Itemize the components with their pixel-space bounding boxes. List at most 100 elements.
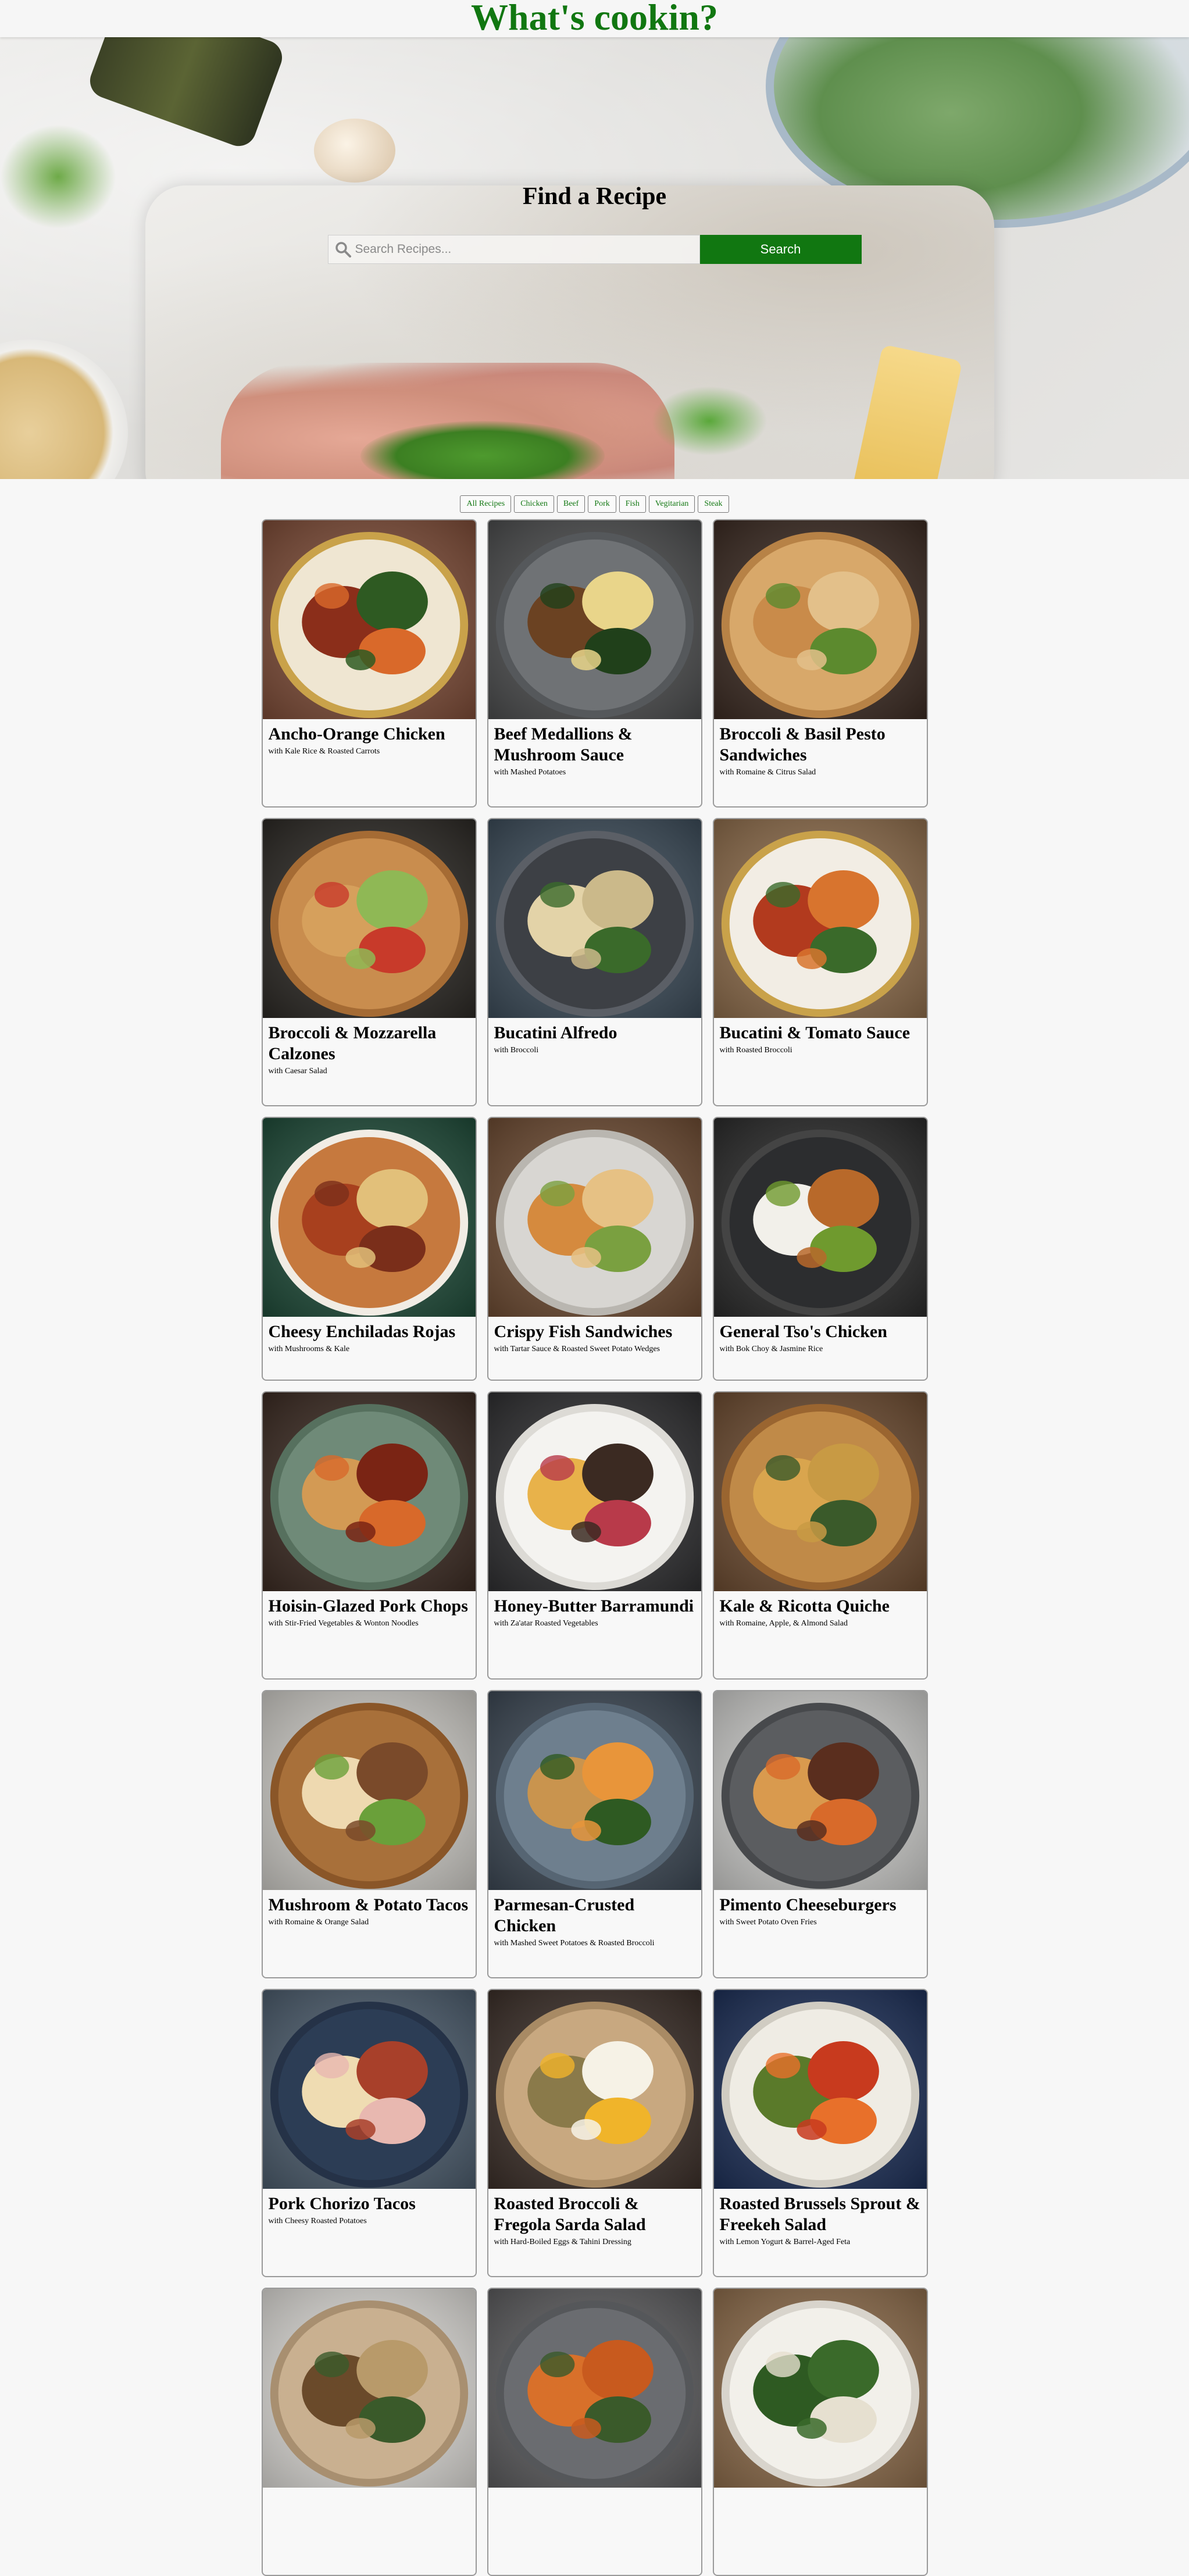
recipe-photo[interactable] bbox=[488, 819, 701, 1018]
recipe-photo[interactable] bbox=[713, 2289, 927, 2488]
hero-heading: Find a Recipe bbox=[522, 183, 667, 210]
site-title[interactable]: What's cookin? bbox=[471, 0, 718, 36]
recipe-title[interactable]: Pimento Cheeseburgers bbox=[720, 1895, 921, 1916]
recipe-photo[interactable] bbox=[262, 1691, 476, 1890]
recipe-card-body: Kale & Ricotta Quiche with Romaine, Apple… bbox=[714, 1591, 927, 1678]
search-form: Search bbox=[327, 235, 862, 264]
recipe-photo[interactable] bbox=[488, 1392, 701, 1591]
recipe-card-body: Mushroom & Potato Tacos with Romaine & Or… bbox=[263, 1890, 476, 1977]
recipe-card[interactable]: Parmesan-Crusted Chicken with Mashed Swee… bbox=[487, 1690, 702, 1978]
recipe-photo[interactable] bbox=[713, 1691, 927, 1890]
recipe-subtitle: with Mashed Potatoes bbox=[494, 768, 566, 777]
recipe-grid: Ancho-Orange Chicken with Kale Rice & Roa… bbox=[261, 519, 928, 2576]
recipe-photo[interactable] bbox=[488, 2289, 701, 2488]
category-filters: All Recipes Chicken Beef Pork Fish Vegit… bbox=[0, 495, 1189, 513]
hero-basil-sprig-decor bbox=[651, 386, 767, 456]
recipe-subtitle: with Romaine & Citrus Salad bbox=[719, 768, 816, 777]
recipe-title[interactable]: Cheesy Enchiladas Rojas bbox=[269, 1321, 470, 1342]
recipe-card[interactable]: Pork Chorizo Tacos with Cheesy Roasted Po… bbox=[261, 1989, 477, 2277]
search-input[interactable] bbox=[354, 242, 694, 257]
recipe-card[interactable]: Pimento Cheeseburgers with Sweet Potato O… bbox=[712, 1690, 928, 1978]
recipe-title[interactable]: Ancho-Orange Chicken bbox=[269, 724, 470, 745]
recipe-card-body: Hoisin-Glazed Pork Chops with Stir-Fried … bbox=[263, 1591, 476, 1678]
recipe-card[interactable]: Hoisin-Glazed Pork Chops with Stir-Fried … bbox=[261, 1391, 477, 1680]
recipe-card[interactable]: Bucatini Alfredo with Broccoli bbox=[487, 818, 702, 1106]
recipe-title[interactable]: Hoisin-Glazed Pork Chops bbox=[269, 1596, 470, 1617]
filter-chicken[interactable]: Chicken bbox=[514, 495, 554, 513]
recipe-card-body: Broccoli & Basil Pesto Sandwiches with Ro… bbox=[714, 719, 927, 806]
recipe-card[interactable]: Cheesy Enchiladas Rojas with Mushrooms & … bbox=[261, 1117, 477, 1381]
filter-vegitarian[interactable]: Vegitarian bbox=[648, 495, 695, 513]
recipe-card-body: Ancho-Orange Chicken with Kale Rice & Roa… bbox=[263, 719, 476, 806]
recipe-card[interactable] bbox=[487, 2288, 702, 2576]
recipe-title[interactable]: Roasted Brussels Sprout & Freekeh Salad bbox=[720, 2193, 921, 2235]
recipe-subtitle: with Sweet Potato Oven Fries bbox=[719, 1918, 817, 1927]
recipe-card[interactable]: Broccoli & Mozzarella Calzones with Caesa… bbox=[261, 818, 477, 1106]
recipe-card-body bbox=[488, 2488, 701, 2575]
recipe-title[interactable]: Beef Medallions & Mushroom Sauce bbox=[494, 724, 695, 766]
recipe-photo[interactable] bbox=[713, 819, 927, 1018]
recipe-card-body bbox=[714, 2488, 927, 2575]
recipe-title[interactable]: Kale & Ricotta Quiche bbox=[720, 1596, 921, 1617]
recipe-title[interactable]: General Tso's Chicken bbox=[720, 1321, 921, 1342]
filter-pork[interactable]: Pork bbox=[588, 495, 616, 513]
recipe-title[interactable]: Broccoli & Basil Pesto Sandwiches bbox=[720, 724, 921, 766]
recipe-card[interactable]: Broccoli & Basil Pesto Sandwiches with Ro… bbox=[712, 519, 928, 808]
recipe-photo[interactable] bbox=[262, 1990, 476, 2189]
recipe-card[interactable]: Bucatini & Tomato Sauce with Roasted Broc… bbox=[712, 818, 928, 1106]
recipe-card[interactable] bbox=[261, 2288, 477, 2576]
recipe-subtitle: with Mashed Sweet Potatoes & Roasted Bro… bbox=[494, 1939, 655, 1948]
recipe-title[interactable]: Bucatini & Tomato Sauce bbox=[720, 1023, 921, 1044]
search-box[interactable] bbox=[327, 235, 700, 264]
recipe-title[interactable]: Pork Chorizo Tacos bbox=[269, 2193, 470, 2214]
recipe-photo[interactable] bbox=[713, 1118, 927, 1317]
recipe-photo[interactable] bbox=[488, 1691, 701, 1890]
recipe-card[interactable]: Honey-Butter Barramundi with Za'atar Roas… bbox=[487, 1391, 702, 1680]
recipe-title[interactable]: Parmesan-Crusted Chicken bbox=[494, 1895, 695, 1937]
recipe-photo[interactable] bbox=[488, 1990, 701, 2189]
recipe-card-body: Broccoli & Mozzarella Calzones with Caesa… bbox=[263, 1018, 476, 1105]
recipe-photo[interactable] bbox=[713, 520, 927, 719]
recipe-photo[interactable] bbox=[262, 819, 476, 1018]
recipe-card-body: Pimento Cheeseburgers with Sweet Potato O… bbox=[714, 1890, 927, 1977]
search-button[interactable]: Search bbox=[699, 235, 862, 264]
recipe-photo[interactable] bbox=[713, 1990, 927, 2189]
recipe-subtitle: with Lemon Yogurt & Barrel-Aged Feta bbox=[719, 2238, 851, 2246]
recipe-card[interactable]: Crispy Fish Sandwiches with Tartar Sauce … bbox=[487, 1117, 702, 1381]
hero-content: Find a Recipe Search bbox=[0, 183, 1189, 264]
recipe-photo[interactable] bbox=[488, 520, 701, 719]
filter-beef[interactable]: Beef bbox=[556, 495, 585, 513]
recipe-subtitle: with Za'atar Roasted Vegetables bbox=[494, 1619, 598, 1628]
recipe-subtitle: with Hard-Boiled Eggs & Tahini Dressing bbox=[494, 2238, 631, 2246]
filter-steak[interactable]: Steak bbox=[698, 495, 729, 513]
recipe-card-body bbox=[263, 2488, 476, 2575]
filter-fish[interactable]: Fish bbox=[619, 495, 646, 513]
search-icon bbox=[335, 242, 351, 258]
recipe-card[interactable]: Mushroom & Potato Tacos with Romaine & Or… bbox=[261, 1690, 477, 1978]
recipe-card[interactable]: Roasted Broccoli & Fregola Sarda Salad wi… bbox=[487, 1989, 702, 2277]
recipe-title[interactable]: Broccoli & Mozzarella Calzones bbox=[269, 1023, 470, 1064]
recipe-photo[interactable] bbox=[488, 1118, 701, 1317]
recipe-subtitle: with Bok Choy & Jasmine Rice bbox=[719, 1345, 823, 1353]
recipe-card[interactable] bbox=[712, 2288, 928, 2576]
recipe-card[interactable]: Beef Medallions & Mushroom Sauce with Mas… bbox=[487, 519, 702, 808]
recipe-title[interactable]: Roasted Broccoli & Fregola Sarda Salad bbox=[494, 2193, 695, 2235]
recipe-title[interactable]: Honey-Butter Barramundi bbox=[494, 1596, 695, 1617]
recipe-card[interactable]: Roasted Brussels Sprout & Freekeh Salad w… bbox=[712, 1989, 928, 2277]
recipe-title[interactable]: Crispy Fish Sandwiches bbox=[494, 1321, 695, 1342]
filter-all-recipes[interactable]: All Recipes bbox=[460, 495, 512, 513]
recipe-photo[interactable] bbox=[262, 1118, 476, 1317]
recipe-card-body: Beef Medallions & Mushroom Sauce with Mas… bbox=[488, 719, 701, 806]
recipe-subtitle: with Roasted Broccoli bbox=[719, 1046, 792, 1055]
recipe-photo[interactable] bbox=[713, 1392, 927, 1591]
recipe-subtitle: with Kale Rice & Roasted Carrots bbox=[268, 747, 380, 756]
recipe-card[interactable]: Ancho-Orange Chicken with Kale Rice & Roa… bbox=[261, 519, 477, 808]
recipe-card-body: Crispy Fish Sandwiches with Tartar Sauce … bbox=[488, 1317, 701, 1380]
recipe-photo[interactable] bbox=[262, 2289, 476, 2488]
recipe-title[interactable]: Bucatini Alfredo bbox=[494, 1023, 695, 1044]
recipe-title[interactable]: Mushroom & Potato Tacos bbox=[269, 1895, 470, 1916]
recipe-photo[interactable] bbox=[262, 1392, 476, 1591]
recipe-card[interactable]: General Tso's Chicken with Bok Choy & Jas… bbox=[712, 1117, 928, 1381]
recipe-card[interactable]: Kale & Ricotta Quiche with Romaine, Apple… bbox=[712, 1391, 928, 1680]
recipe-photo[interactable] bbox=[262, 520, 476, 719]
